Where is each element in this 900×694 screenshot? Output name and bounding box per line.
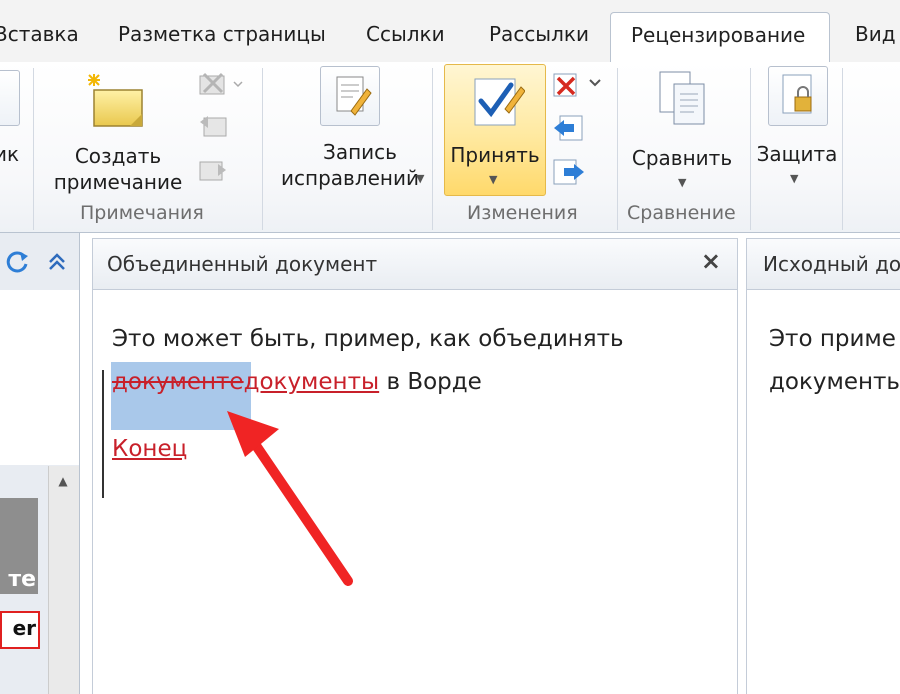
reject-change-button[interactable] <box>550 70 604 100</box>
accept-button[interactable]: Принять ▼ <box>444 64 546 196</box>
merged-document-header: Объединенный документ × <box>92 238 738 290</box>
ribbon: ик Создать примечание Примечания Запись … <box>0 62 900 233</box>
reviewer-block[interactable]: те <box>0 498 38 594</box>
compare-button[interactable]: Сравнить ▼ <box>626 66 738 196</box>
chevron-down-icon: ▼ <box>790 172 799 185</box>
deleted-text[interactable]: документе <box>112 369 244 395</box>
new-comment-button[interactable]: Создать примечание <box>54 66 182 196</box>
reviewer-block-text: те <box>8 567 36 592</box>
delete-comment-button[interactable] <box>196 70 246 100</box>
revision-change-bar <box>102 370 104 498</box>
changes-group-label: Изменения <box>467 202 578 224</box>
tab-page-layout[interactable]: Разметка страницы <box>118 22 326 46</box>
protect-label: Защита <box>756 142 838 166</box>
comments-group-label: Примечания <box>80 202 204 224</box>
source-document-title: Исходный до <box>763 252 900 276</box>
collapse-up-icon[interactable] <box>46 250 68 274</box>
reviewer-tag-text: er <box>12 616 36 640</box>
red-arrow-annotation <box>227 411 353 586</box>
compare-label: Сравнить <box>631 146 733 170</box>
partial-button-icon[interactable] <box>0 70 20 126</box>
partial-button-label: ик <box>0 142 20 166</box>
tab-mailings[interactable]: Рассылки <box>489 22 589 46</box>
new-comment-label-2: примечание <box>53 170 183 194</box>
previous-change-button[interactable] <box>550 112 590 144</box>
track-changes-label-1: Запись <box>323 140 397 164</box>
source-document-body[interactable]: Это приме документы <box>746 290 900 694</box>
source-line-1: Это приме <box>769 326 896 352</box>
track-changes-button[interactable]: Запись исправлений ▼ <box>281 66 428 196</box>
track-changes-icon <box>336 76 372 116</box>
next-comment-button[interactable] <box>196 156 230 186</box>
document-line-1: Это может быть, пример, как объединять <box>112 326 624 352</box>
next-change-button[interactable] <box>550 156 590 188</box>
refresh-icon[interactable] <box>4 248 30 276</box>
tab-view[interactable]: Вид <box>855 22 896 46</box>
sticky-note-icon <box>88 74 143 127</box>
tab-review-label: Рецензирование <box>631 23 806 47</box>
accept-icon <box>474 78 525 126</box>
tab-references[interactable]: Ссылки <box>366 22 445 46</box>
chevron-down-icon: ▼ <box>416 172 425 185</box>
accept-label: Принять <box>450 143 540 167</box>
previous-comment-button[interactable] <box>196 112 230 142</box>
vertical-scrollbar[interactable] <box>48 466 79 694</box>
line-2-tail: в Ворде <box>379 369 482 395</box>
ribbon-tab-bar: Вставка Разметка страницы Ссылки Рассылк… <box>0 0 900 65</box>
lock-document-icon <box>782 74 812 114</box>
chevron-down-icon: ▼ <box>678 176 687 189</box>
new-comment-label-1: Создать <box>74 144 162 168</box>
scroll-up-arrow-icon[interactable]: ▲ <box>52 474 74 490</box>
protect-button[interactable]: Защита ▼ <box>752 66 842 196</box>
inserted-text[interactable]: документы <box>244 369 380 395</box>
merged-document-title: Объединенный документ <box>107 252 378 276</box>
chevron-down-icon: ▼ <box>489 173 498 186</box>
source-line-2: документы <box>769 369 900 395</box>
previous-change-icon <box>554 115 583 141</box>
tab-insert[interactable]: Вставка <box>0 22 79 46</box>
reject-change-icon <box>553 73 601 97</box>
reviewer-tag[interactable]: er <box>0 611 40 649</box>
next-change-icon <box>553 159 584 185</box>
tab-review[interactable]: Рецензирование <box>610 12 830 65</box>
next-comment-icon <box>199 161 226 181</box>
left-pane-content <box>0 290 79 465</box>
document-line-2: документедокументы в Ворде <box>112 369 482 395</box>
track-changes-label-2: исправлений <box>281 166 419 190</box>
inserted-end-text[interactable]: Конец <box>112 436 187 462</box>
source-document-header: Исходный до <box>746 238 900 290</box>
close-icon[interactable]: × <box>701 247 721 275</box>
compare-group-label: Сравнение <box>627 202 736 224</box>
previous-comment-icon <box>200 116 227 137</box>
compare-documents-icon <box>659 71 705 125</box>
delete-comment-icon <box>199 72 243 95</box>
